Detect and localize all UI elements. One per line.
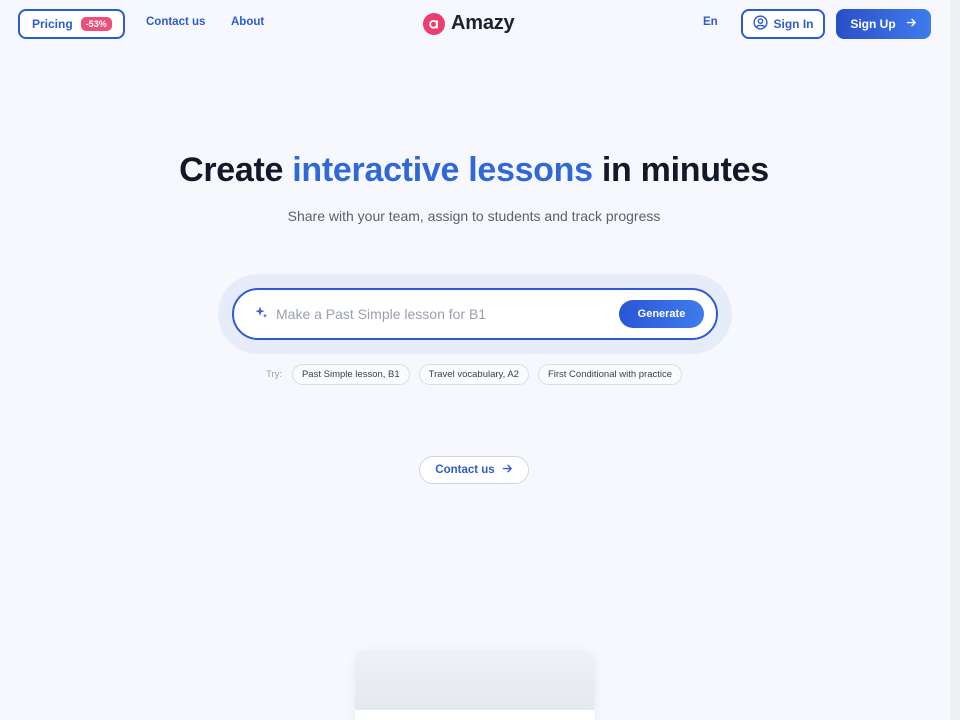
hero-title-part1: Create — [179, 151, 293, 189]
preview-card-body — [355, 710, 595, 720]
user-circle-icon — [752, 15, 768, 33]
try-label: Try: — [265, 369, 282, 380]
lesson-prompt-box[interactable]: Generate — [232, 288, 718, 340]
sign-up-button[interactable]: Sign Up — [836, 9, 931, 39]
sign-in-label: Sign In — [773, 17, 814, 31]
contact-us-label: Contact us — [435, 464, 495, 476]
brand-logo[interactable]: Amazy — [423, 12, 515, 35]
logo-text: Amazy — [451, 12, 515, 34]
suggestion-chip[interactable]: First Conditional with practice — [537, 364, 683, 385]
pricing-label: Pricing — [32, 17, 73, 31]
scrollbar-track[interactable] — [950, 0, 960, 720]
language-selector[interactable]: En — [703, 16, 718, 28]
top-navigation: Pricing -53% Contact us About Amazy En S… — [0, 0, 960, 48]
sign-in-button[interactable]: Sign In — [741, 9, 825, 39]
suggestion-row: Try: Past Simple lesson, B1 Travel vocab… — [0, 364, 948, 385]
hero-title: Create interactive lessons in minutes — [0, 151, 948, 190]
hero-title-part2: in minutes — [592, 151, 769, 189]
nav-about-link[interactable]: About — [231, 16, 264, 28]
arrow-right-icon — [502, 463, 513, 477]
nav-contact-link[interactable]: Contact us — [146, 16, 205, 28]
pricing-button[interactable]: Pricing -53% — [18, 9, 125, 39]
hero-title-accent: interactive lessons — [292, 151, 593, 189]
logo-icon — [423, 12, 445, 35]
suggestion-chip[interactable]: Travel vocabulary, A2 — [418, 364, 529, 385]
lesson-preview-card — [355, 650, 595, 720]
generate-button[interactable]: Generate — [619, 300, 704, 328]
lesson-prompt-input[interactable] — [276, 306, 606, 322]
hero-subtitle: Share with your team, assign to students… — [287, 208, 661, 224]
contact-us-button[interactable]: Contact us — [419, 456, 529, 484]
discount-badge: -53% — [80, 17, 112, 31]
arrow-right-icon — [906, 17, 917, 31]
sign-up-label: Sign Up — [850, 17, 896, 31]
sparkle-icon — [254, 305, 268, 324]
suggestion-chip[interactable]: Past Simple lesson, B1 — [291, 364, 410, 385]
